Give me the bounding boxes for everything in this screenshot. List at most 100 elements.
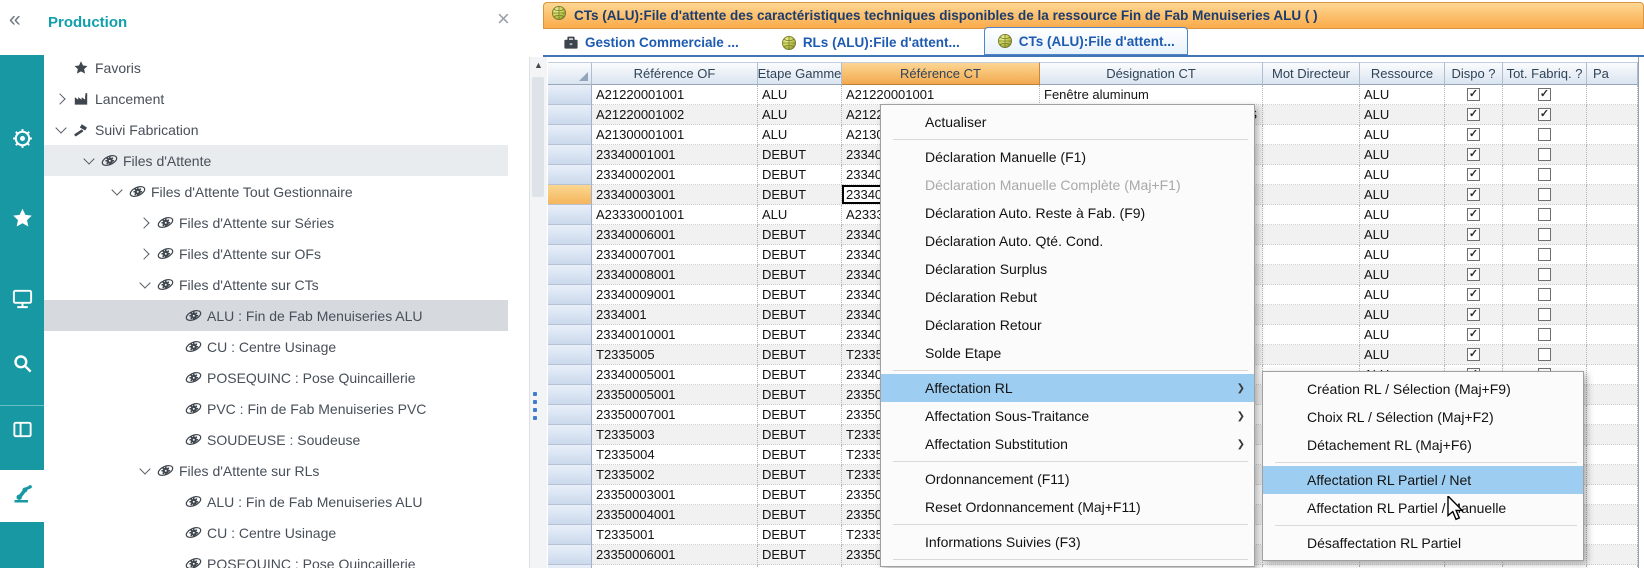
cell-ressource[interactable]: ALU xyxy=(1360,265,1445,285)
row-header[interactable] xyxy=(548,305,592,325)
menu-item-ordonnancement-f11[interactable]: Ordonnancement (F11) xyxy=(881,465,1254,493)
cell-of[interactable]: T2335001 xyxy=(592,525,758,545)
row-header[interactable] xyxy=(548,205,592,225)
row-header[interactable] xyxy=(548,485,592,505)
column-header-mot[interactable]: Mot Directeur xyxy=(1263,62,1360,85)
cell-ressource[interactable]: ALU xyxy=(1360,185,1445,205)
cell-mot[interactable] xyxy=(1263,305,1360,325)
cell-pa[interactable] xyxy=(1587,285,1638,305)
cell-totfab[interactable] xyxy=(1503,185,1587,205)
cell-pa[interactable] xyxy=(1587,465,1638,485)
row-header[interactable] xyxy=(548,385,592,405)
cell-mot[interactable] xyxy=(1263,325,1360,345)
checkbox-unchecked[interactable] xyxy=(1538,288,1551,301)
cell-dispo[interactable]: ✓ xyxy=(1445,85,1503,105)
cell-of[interactable]: 23340009001 xyxy=(592,285,758,305)
cell-dispo[interactable]: ✓ xyxy=(1445,285,1503,305)
cell-pa[interactable] xyxy=(1587,185,1638,205)
collapse-panel-icon[interactable]: « xyxy=(9,8,21,32)
row-header[interactable] xyxy=(548,545,592,565)
cell-etape[interactable]: DEBUT xyxy=(758,145,842,165)
cell-pa[interactable] xyxy=(1587,265,1638,285)
checkbox-checked[interactable]: ✓ xyxy=(1467,88,1480,101)
cell-of[interactable]: T2335005 xyxy=(592,345,758,365)
cell-totfab[interactable] xyxy=(1503,285,1587,305)
tree-scrollbar[interactable]: ▲ xyxy=(529,57,547,568)
cell-mot[interactable] xyxy=(1263,165,1360,185)
rail-item-robot-arm[interactable] xyxy=(0,470,44,522)
cell-of[interactable]: 23350004001 xyxy=(592,505,758,525)
expander-down-icon[interactable] xyxy=(136,468,154,473)
cell-pa[interactable] xyxy=(1587,505,1638,525)
expander-down-icon[interactable] xyxy=(80,158,98,163)
cell-etape[interactable]: DEBUT xyxy=(758,225,842,245)
close-panel-icon[interactable]: × xyxy=(497,6,510,32)
tree-item-posequinc-pose-quincaillerie[interactable]: POSEQUINC : Pose Quincaillerie xyxy=(44,548,508,568)
cell-dispo[interactable]: ✓ xyxy=(1445,165,1503,185)
cell-pa[interactable] xyxy=(1587,125,1638,145)
menu-item-detachement-rl-maj-f6[interactable]: Détachement RL (Maj+F6) xyxy=(1263,431,1583,459)
checkbox-unchecked[interactable] xyxy=(1538,248,1551,261)
cell-ressource[interactable]: ALU xyxy=(1360,225,1445,245)
cell-dispo[interactable]: ✓ xyxy=(1445,325,1503,345)
cell-dispo[interactable]: ✓ xyxy=(1445,125,1503,145)
cell-ressource[interactable]: ALU xyxy=(1360,245,1445,265)
cell-totfab[interactable] xyxy=(1503,125,1587,145)
checkbox-checked[interactable]: ✓ xyxy=(1467,108,1480,121)
column-header-totfab[interactable]: Tot. Fabriq. ? xyxy=(1503,62,1587,85)
checkbox-checked[interactable]: ✓ xyxy=(1467,128,1480,141)
tree-item-lancement[interactable]: Lancement xyxy=(44,83,508,114)
cell-mot[interactable] xyxy=(1263,285,1360,305)
menu-item-affectation-rl[interactable]: Affectation RL❯ xyxy=(881,374,1254,402)
column-header-of[interactable]: Référence OF xyxy=(592,62,758,85)
cell-etape[interactable]: DEBUT xyxy=(758,245,842,265)
checkbox-unchecked[interactable] xyxy=(1538,148,1551,161)
checkbox-unchecked[interactable] xyxy=(1538,188,1551,201)
checkbox-unchecked[interactable] xyxy=(1538,208,1551,221)
cell-pa[interactable] xyxy=(1587,205,1638,225)
checkbox-checked[interactable]: ✓ xyxy=(1538,88,1551,101)
checkbox-unchecked[interactable] xyxy=(1538,228,1551,241)
row-header[interactable] xyxy=(548,325,592,345)
cell-pa[interactable] xyxy=(1587,345,1638,365)
table-corner-cell[interactable] xyxy=(548,62,592,85)
checkbox-unchecked[interactable] xyxy=(1538,268,1551,281)
cell-of[interactable]: 23340002001 xyxy=(592,165,758,185)
cell-etape[interactable]: DEBUT xyxy=(758,305,842,325)
expander-down-icon[interactable] xyxy=(108,189,126,194)
tree-item-files-d-attente-tout-gestionnaire[interactable]: Files d'Attente Tout Gestionnaire xyxy=(44,176,508,207)
cell-pa[interactable] xyxy=(1587,165,1638,185)
cell-totfab[interactable] xyxy=(1503,345,1587,365)
cell-of[interactable]: 23340001001 xyxy=(592,145,758,165)
tree-item-cu-centre-usinage[interactable]: CU : Centre Usinage xyxy=(44,331,508,362)
checkbox-unchecked[interactable] xyxy=(1538,328,1551,341)
menu-item-declaration-retour[interactable]: Déclaration Retour xyxy=(881,311,1254,339)
cell-of[interactable]: 23350006001 xyxy=(592,545,758,565)
cell-of[interactable]: T2335003 xyxy=(592,425,758,445)
column-header-ct[interactable]: Référence CT xyxy=(842,62,1040,85)
menu-item-informations-suivies-f3[interactable]: Informations Suivies (F3) xyxy=(881,528,1254,556)
splitter-grip[interactable] xyxy=(533,416,537,420)
cell-etape[interactable]: DEBUT xyxy=(758,545,842,565)
expander-right-icon[interactable] xyxy=(136,250,154,258)
cell-mot[interactable] xyxy=(1263,145,1360,165)
cell-etape[interactable]: DEBUT xyxy=(758,365,842,385)
checkbox-unchecked[interactable] xyxy=(1538,348,1551,361)
checkbox-checked[interactable]: ✓ xyxy=(1467,248,1480,261)
tab-cts-alu-file-d-attent[interactable]: CTs (ALU):File d'attent... xyxy=(984,27,1188,55)
cell-pa[interactable] xyxy=(1587,305,1638,325)
menu-item-reset-ordonnancement-maj-f11[interactable]: Reset Ordonnancement (Maj+F11) xyxy=(881,493,1254,521)
column-header-etape[interactable]: Etape Gamme xyxy=(758,62,842,85)
expander-right-icon[interactable] xyxy=(136,219,154,227)
tree-item-files-d-attente-sur-series[interactable]: Files d'Attente sur Séries xyxy=(44,207,508,238)
cell-mot[interactable] xyxy=(1263,125,1360,145)
cell-of[interactable]: 2334001 xyxy=(592,305,758,325)
cell-pa[interactable] xyxy=(1587,325,1638,345)
cell-designation[interactable]: Fenêtre aluminum xyxy=(1040,85,1263,105)
row-header[interactable] xyxy=(548,165,592,185)
tree-item-files-d-attente-sur-cts[interactable]: Files d'Attente sur CTs xyxy=(44,269,508,300)
cell-etape[interactable]: ALU xyxy=(758,105,842,125)
cell-ressource[interactable]: ALU xyxy=(1360,285,1445,305)
splitter-grip[interactable] xyxy=(533,408,537,412)
column-header-dispo[interactable]: Dispo ? xyxy=(1445,62,1503,85)
